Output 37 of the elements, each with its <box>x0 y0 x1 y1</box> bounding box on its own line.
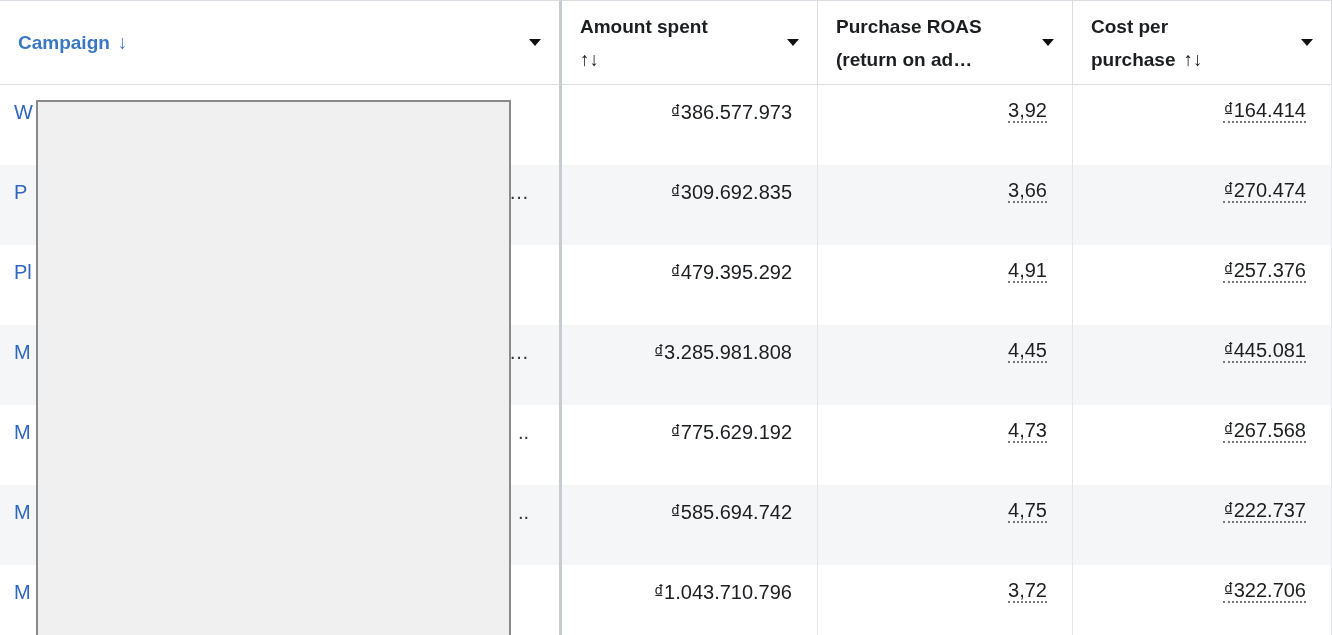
table-cell: ₫257.376 <box>1223 259 1306 283</box>
caret-icon[interactable] <box>787 39 799 46</box>
campaign-link[interactable]: M <box>14 579 31 605</box>
table-cell: ₫222.737 <box>1223 499 1306 523</box>
table-cell-text: ₫1.043.710.796 <box>653 580 792 605</box>
table-cell: 3,92 <box>1008 99 1047 123</box>
table-cell-text: ₫479.395.292 <box>670 260 792 285</box>
table-cell-text: ₫775.629.192 <box>670 420 792 445</box>
table-cell: 4,75 <box>1008 499 1047 523</box>
table-cell: ₫267.568 <box>1223 419 1306 443</box>
table-cell: ₫164.414 <box>1223 99 1306 123</box>
table-cell: ₫270.474 <box>1223 179 1306 203</box>
table-cell: 4,45 <box>1008 339 1047 363</box>
table-cell-text: ₫585.694.742 <box>670 500 792 525</box>
campaign-link[interactable]: M <box>14 499 31 525</box>
caret-icon[interactable] <box>529 39 541 46</box>
truncation-mark: .. <box>517 500 529 525</box>
caret-icon[interactable] <box>1301 39 1313 46</box>
table-cell: 3,66 <box>1008 179 1047 203</box>
campaign-link[interactable]: M <box>14 339 31 365</box>
table-cell: 3,72 <box>1008 579 1047 603</box>
truncation-mark: … <box>509 180 529 205</box>
truncation-mark: .. <box>517 420 529 445</box>
campaign-link[interactable]: M <box>14 419 31 445</box>
campaign-link[interactable]: W <box>14 99 33 125</box>
table-cell: 4,91 <box>1008 259 1047 283</box>
column-header[interactable]: Campaign ↓ <box>18 26 128 59</box>
campaign-link[interactable]: P <box>14 179 28 205</box>
table-cell-text: ₫309.692.835 <box>670 180 792 205</box>
table-cell: ₫322.706 <box>1223 579 1306 603</box>
campaign-link[interactable]: Pl <box>14 259 32 285</box>
table-cell-text: ₫386.577.973 <box>670 100 792 125</box>
caret-icon[interactable] <box>1042 39 1054 46</box>
table-cell: 4,73 <box>1008 419 1047 443</box>
truncation-mark: … <box>509 340 529 365</box>
table-cell: ₫445.081 <box>1223 339 1306 363</box>
table-cell-text: ₫3.285.981.808 <box>653 340 792 365</box>
